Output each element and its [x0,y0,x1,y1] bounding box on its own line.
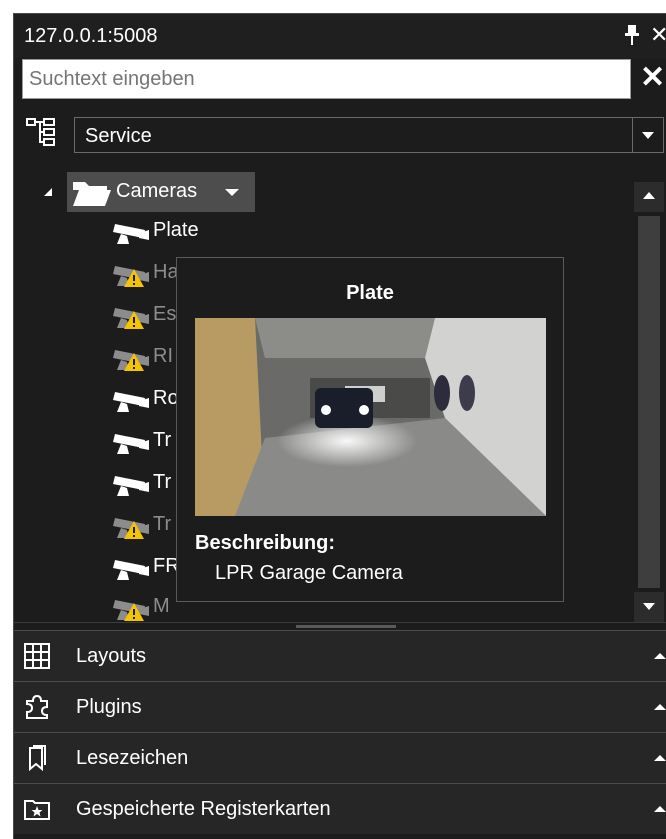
puzzle-icon [26,694,48,719]
section-layouts[interactable]: Layouts [14,630,666,681]
camera-icon [113,560,149,580]
camera-label: Tr [153,429,172,451]
tree-node-cameras[interactable]: Cameras [67,172,255,212]
camera-icon [113,434,149,454]
camera-panel: 127.0.0.1:5008 ✕ ✕ Service Cameras [13,13,666,839]
chevron-up-icon[interactable] [654,806,666,812]
camera-icon [113,476,149,496]
view-selector-dropdown[interactable]: Service [74,117,664,153]
window-title: 127.0.0.1:5008 [24,25,158,47]
description-value: LPR Garage Camera [215,562,403,584]
camera-tooltip: Plate Beschreibung: LPR Garage Camera [176,257,564,602]
section-label: Lesezeichen [76,747,189,769]
camera-label: M [153,595,170,617]
tree-scrollbar[interactable] [634,182,664,622]
close-icon[interactable]: ✕ [650,22,666,48]
chevron-up-icon[interactable] [654,704,666,710]
tooltip-title: Plate [346,282,394,304]
clear-search-icon[interactable]: ✕ [640,63,665,93]
camera-label: Tr [153,513,172,535]
warning-icon [124,353,144,371]
camera-label: Es [153,303,177,325]
warning-icon [124,269,144,287]
section-label: Gespeicherte Registerkarten [76,798,331,820]
folder-icon [73,182,111,206]
camera-label: Plate [153,219,199,241]
pin-icon[interactable] [623,23,641,47]
scroll-up-button[interactable] [634,182,664,212]
description-label: Beschreibung: [195,532,336,554]
section-saved-tabs[interactable]: Gespeicherte Registerkarten [14,783,666,834]
scroll-down-button[interactable] [634,592,664,622]
warning-icon [124,311,144,329]
tree-expander-icon[interactable] [44,188,52,196]
scroll-thumb[interactable] [638,216,660,588]
grid-icon [24,643,50,669]
tree-node-label: Cameras [116,180,198,202]
section-label: Layouts [76,645,147,667]
camera-label: Tr [153,471,172,493]
camera-label: RI [153,345,173,367]
camera-label: Ha [153,261,179,283]
chevron-down-icon[interactable] [632,118,663,152]
section-label: Plugins [76,696,142,718]
camera-label: Ro [153,387,179,409]
hierarchy-icon[interactable] [26,117,58,147]
section-plugins[interactable]: Plugins [14,681,666,732]
warning-icon [124,603,144,621]
splitter-grip[interactable] [296,625,396,628]
camera-icon [113,392,149,412]
bookmark-icon [29,745,46,771]
panel-titlebar: 127.0.0.1:5008 ✕ [14,14,666,58]
section-bookmarks[interactable]: Lesezeichen [14,732,666,783]
search-input[interactable] [22,59,631,99]
view-selector-value: Service [85,125,152,147]
chevron-up-icon[interactable] [654,653,666,659]
chevron-down-icon[interactable] [225,189,239,196]
warning-icon [124,521,144,539]
camera-icon [113,224,149,244]
camera-preview-image [195,318,546,516]
saved-tabs-icon [24,800,50,820]
chevron-up-icon[interactable] [654,755,666,761]
